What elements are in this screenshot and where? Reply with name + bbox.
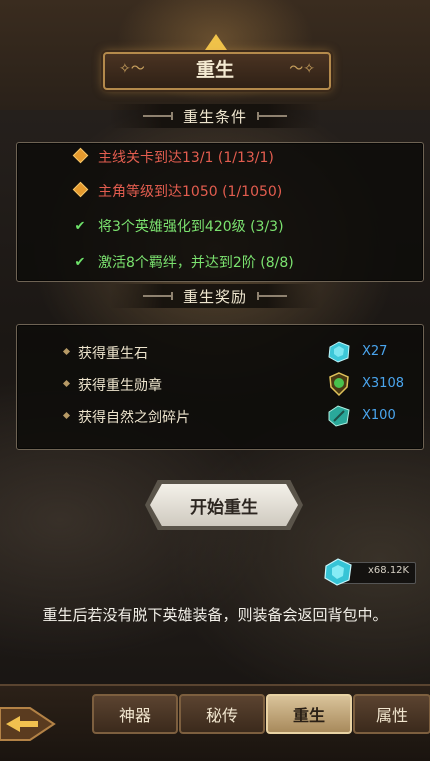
divider [142,112,173,120]
ornament-left-icon: ✧〜 [119,61,145,77]
bullet-icon [62,411,71,420]
diamond-icon [72,147,88,165]
reward-amount: X100 [362,408,396,423]
bullet-icon [62,347,71,356]
check-icon: ✔ [74,254,86,270]
condition-text: 主角等级到达1050 (1/1050) [98,184,283,200]
tab-artifact[interactable]: 神器 [92,694,178,734]
rewards-heading-text: 重生奖励 [182,287,247,306]
condition-item: 主线关卡到达13/1 (1/13/1) [72,145,274,169]
reward-label: 获得重生勋章 [78,378,162,394]
crown-icon [205,34,227,50]
nature-sword-shard-icon [326,403,352,429]
condition-text: 主线关卡到达13/1 (1/13/1) [98,150,274,166]
condition-item: ✔ 激活8个羁绊，并达到2阶 (8/8) [72,250,294,274]
tab-attributes[interactable]: 属性 [353,694,430,734]
condition-item: 主角等级到达1050 (1/1050) [72,179,282,203]
notice-text: 重生后若没有脱下英雄装备，则装备会返回背包中。 [42,606,388,624]
bullet-icon [62,379,71,388]
divider [257,292,287,300]
ornament-right-icon: 〜✧ [289,61,315,77]
currency-value: x68.12K [368,565,410,576]
page-title: 重生 [195,59,234,81]
tab-secret[interactable]: 秘传 [179,694,265,734]
condition-text: 将3个英雄强化到420级 (3/3) [98,219,284,235]
rewards-heading: 重生奖励 [110,284,320,308]
divider [142,292,173,300]
rebirth-stone-icon [326,339,352,365]
reward-amount: X27 [362,344,388,359]
check-icon: ✔ [74,218,86,234]
reward-item: 获得自然之剑碎片 X100 [60,403,410,431]
start-rebirth-button[interactable]: 开始重生 [150,484,298,526]
reward-item: 获得重生勋章 X3108 [60,371,410,399]
tab-rebirth[interactable]: 重生 [266,694,352,734]
condition-item: ✔ 将3个英雄强化到420级 (3/3) [72,214,284,238]
reward-amount: X3108 [362,376,404,391]
currency-display: x68.12K [322,558,416,586]
rebirth-stone-icon [322,556,354,588]
divider [257,112,287,120]
reward-label: 获得重生石 [78,346,148,362]
conditions-heading: 重生条件 [110,104,320,128]
reward-label: 获得自然之剑碎片 [78,410,190,426]
diamond-icon [72,181,88,199]
conditions-heading-text: 重生条件 [182,107,247,126]
back-arrow-icon[interactable] [0,700,58,748]
reward-item: 获得重生石 X27 [60,339,410,367]
rebirth-medal-icon [326,371,352,397]
condition-text: 激活8个羁绊，并达到2阶 (8/8) [98,255,294,271]
